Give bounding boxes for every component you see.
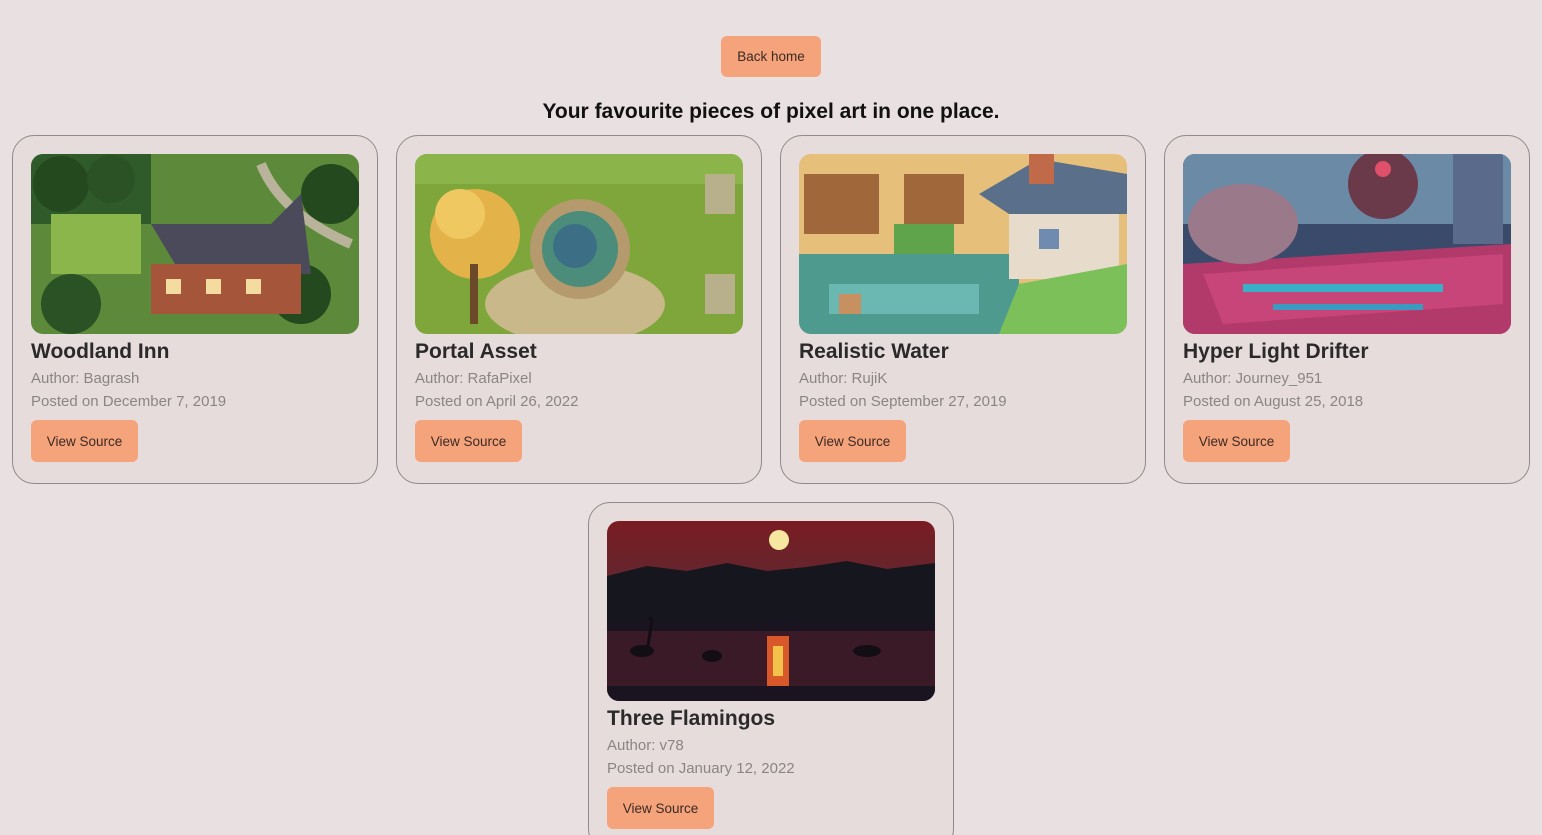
art-author: Author: RujiK bbox=[799, 370, 888, 387]
art-author: Author: v78 bbox=[607, 737, 684, 754]
art-card: Realistic Water Author: RujiK Posted on … bbox=[780, 135, 1146, 484]
art-date: Posted on August 25, 2018 bbox=[1183, 393, 1364, 410]
art-title: Realistic Water bbox=[799, 340, 949, 363]
art-title: Three Flamingos bbox=[607, 707, 776, 730]
art-date: Posted on December 7, 2019 bbox=[31, 393, 227, 410]
art-title: Hyper Light Drifter bbox=[1183, 340, 1369, 363]
page-title: Your favourite pieces of pixel art in on… bbox=[542, 100, 1000, 123]
art-thumbnail-hyper-light-drifter[interactable] bbox=[1183, 154, 1511, 334]
view-source-button[interactable]: View Source bbox=[1183, 420, 1290, 462]
art-author: Author: Journey_951 bbox=[1183, 370, 1323, 387]
art-date: Posted on January 12, 2022 bbox=[607, 760, 795, 777]
view-source-button[interactable]: View Source bbox=[415, 420, 522, 462]
view-source-button[interactable]: View Source bbox=[31, 420, 138, 462]
art-thumbnail-woodland-inn[interactable] bbox=[31, 154, 359, 334]
art-card: Hyper Light Drifter Author: Journey_951 … bbox=[1164, 135, 1530, 484]
art-author: Author: Bagrash bbox=[31, 370, 140, 387]
art-author: Author: RafaPixel bbox=[415, 370, 532, 387]
back-home-button[interactable]: Back home bbox=[721, 36, 821, 77]
art-title: Portal Asset bbox=[415, 340, 537, 363]
art-date: Posted on September 27, 2019 bbox=[799, 393, 1007, 410]
view-source-button[interactable]: View Source bbox=[799, 420, 906, 462]
view-source-button[interactable]: View Source bbox=[607, 787, 714, 829]
art-thumbnail-three-flamingos[interactable] bbox=[607, 521, 935, 701]
art-card: Portal Asset Author: RafaPixel Posted on… bbox=[396, 135, 762, 484]
art-thumbnail-portal-asset[interactable] bbox=[415, 154, 743, 334]
art-date: Posted on April 26, 2022 bbox=[415, 393, 579, 410]
art-card: Three Flamingos Author: v78 Posted on Ja… bbox=[588, 502, 954, 835]
art-title: Woodland Inn bbox=[31, 340, 170, 363]
art-thumbnail-realistic-water[interactable] bbox=[799, 154, 1127, 334]
art-card: Woodland Inn Author: Bagrash Posted on D… bbox=[12, 135, 378, 484]
